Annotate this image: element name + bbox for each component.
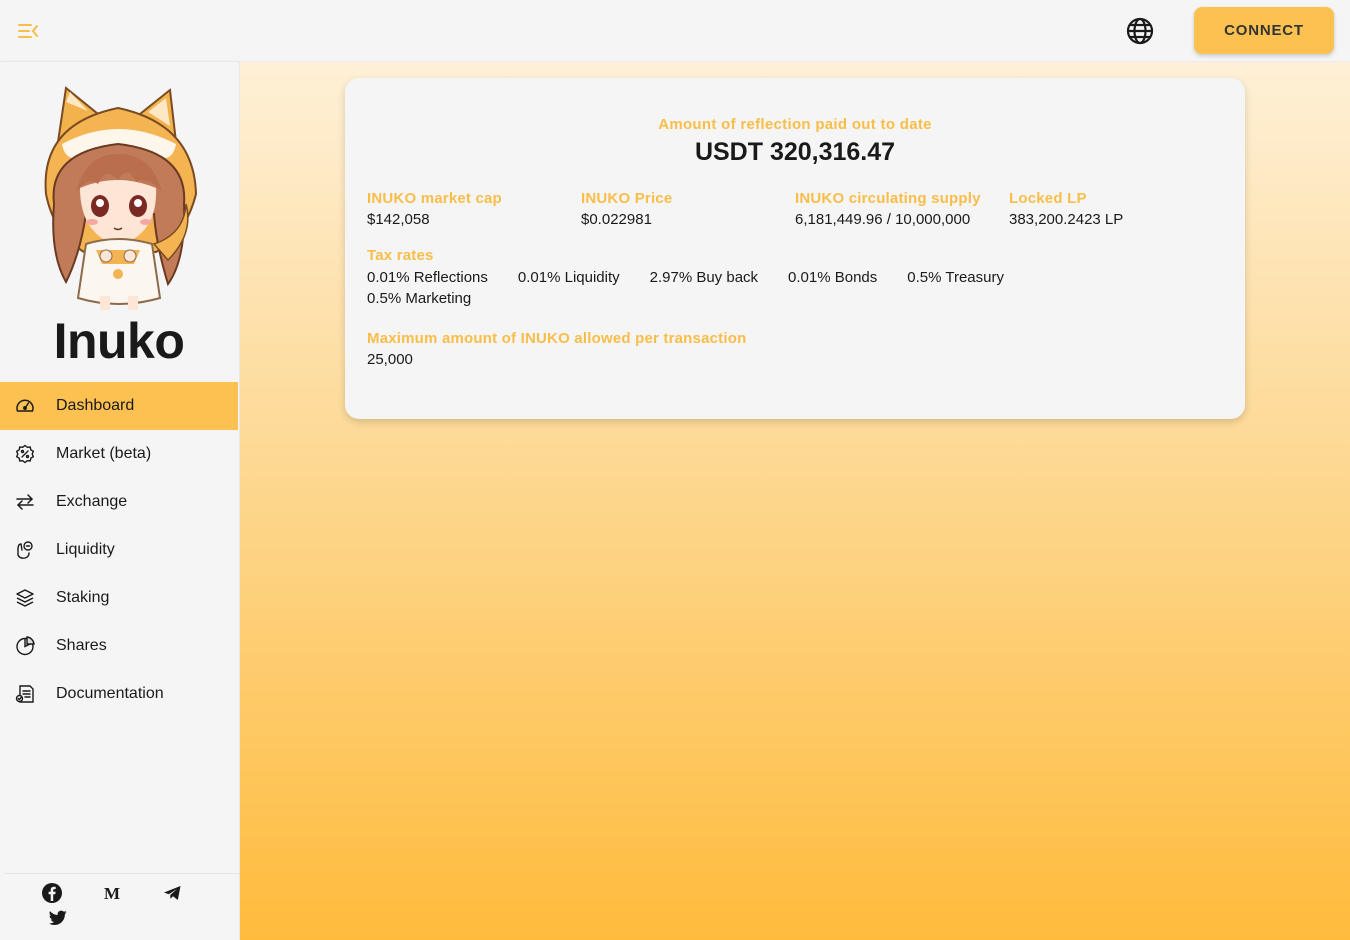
tax-rate-item: 0.5% Treasury	[907, 269, 1004, 286]
brand-title: Inuko	[53, 313, 185, 369]
globe-icon[interactable]	[1124, 15, 1156, 47]
sidebar-item-label: Liquidity	[56, 541, 115, 558]
stat-locked-lp: Locked LP 383,200.2423 LP	[1009, 190, 1223, 228]
stat-circulating-supply: INUKO circulating supply 6,181,449.96 / …	[795, 190, 1009, 228]
tax-rate-item: 0.5% Marketing	[367, 290, 472, 307]
sidebar-item-exchange[interactable]: Exchange	[0, 478, 238, 526]
reflection-label: Amount of reflection paid out to date	[658, 116, 932, 133]
swap-arrows-icon	[15, 492, 35, 512]
top-bar: CONNECT	[0, 0, 1350, 62]
medium-icon[interactable]: M	[103, 884, 121, 902]
mascot-image	[36, 84, 202, 314]
reflection-value: USDT 320,316.47	[694, 138, 896, 166]
stat-market-cap: INUKO market cap $142,058	[367, 190, 581, 228]
sidebar-item-documentation[interactable]: Documentation	[0, 670, 238, 718]
sidebar-item-liquidity[interactable]: Liquidity	[0, 526, 238, 574]
sidebar-item-label: Shares	[56, 637, 107, 654]
stat-value: 6,181,449.96 / 10,000,000	[795, 211, 971, 228]
tax-rates-label: Tax rates	[367, 247, 434, 264]
speedometer-icon	[15, 396, 35, 416]
max-transaction-value: 25,000	[367, 351, 413, 368]
coins-hand-icon	[15, 540, 35, 560]
tax-rate-item: 2.97% Buy back	[649, 269, 759, 286]
stat-value: 383,200.2423 LP	[1009, 211, 1124, 228]
sidebar-item-label: Exchange	[56, 493, 128, 510]
tax-rates-section: Tax rates 0.01% Reflections 0.01% Liquid…	[367, 247, 1227, 309]
sidebar-item-dashboard[interactable]: Dashboard	[0, 382, 238, 430]
main-content: Amount of reflection paid out to date US…	[240, 62, 1350, 940]
percent-badge-icon	[15, 444, 35, 464]
svg-text:M: M	[104, 884, 120, 902]
tax-rate-item: 0.01% Bonds	[788, 269, 878, 286]
stat-value: $0.022981	[581, 211, 652, 228]
sidebar-item-market[interactable]: Market (beta)	[0, 430, 238, 478]
dashboard-card: Amount of reflection paid out to date US…	[345, 78, 1245, 419]
connect-button[interactable]: CONNECT	[1194, 7, 1334, 54]
layers-icon	[15, 588, 35, 608]
max-transaction-label: Maximum amount of INUKO allowed per tran…	[367, 330, 747, 347]
tax-rate-item: 0.01% Liquidity	[517, 269, 620, 286]
sidebar-nav: Dashboard Market (beta) Exchange Liquidi…	[0, 382, 238, 718]
sidebar: Inuko Dashboard Market (beta) Exchange L…	[0, 62, 240, 940]
sidebar-item-label: Documentation	[56, 685, 164, 702]
facebook-icon[interactable]	[41, 882, 63, 904]
document-icon	[15, 684, 35, 704]
stat-value: $142,058	[367, 211, 430, 228]
menu-collapse-icon[interactable]	[16, 20, 40, 42]
tax-rate-item: 0.01% Reflections	[367, 269, 488, 286]
stat-label: INUKO circulating supply	[795, 190, 981, 207]
pie-chart-icon	[15, 636, 35, 656]
sidebar-item-label: Staking	[56, 589, 110, 606]
social-links: M	[4, 873, 240, 940]
telegram-icon[interactable]	[163, 884, 182, 902]
stat-price: INUKO Price $0.022981	[581, 190, 795, 228]
stat-label: INUKO market cap	[367, 190, 502, 207]
stat-label: INUKO Price	[581, 190, 673, 207]
sidebar-item-shares[interactable]: Shares	[0, 622, 238, 670]
stat-label: Locked LP	[1009, 190, 1087, 207]
sidebar-item-label: Dashboard	[56, 397, 135, 414]
twitter-icon[interactable]	[49, 910, 67, 926]
tax-rates-list: 0.01% Reflections 0.01% Liquidity 2.97% …	[367, 267, 1087, 309]
sidebar-item-staking[interactable]: Staking	[0, 574, 238, 622]
max-transaction-section: Maximum amount of INUKO allowed per tran…	[367, 330, 746, 368]
sidebar-item-label: Market (beta)	[56, 445, 152, 462]
